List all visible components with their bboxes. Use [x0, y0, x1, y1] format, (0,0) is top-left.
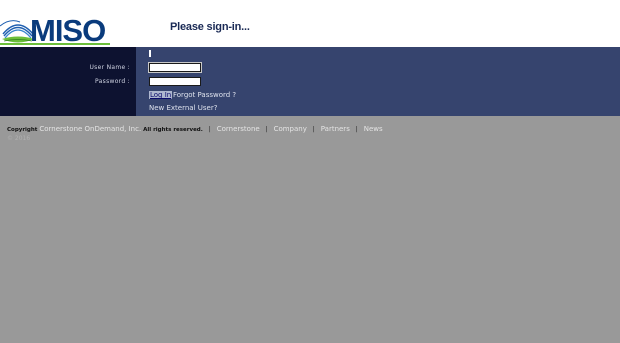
login-link[interactable]: Log In: [149, 91, 173, 99]
login-form-panel: Log In Forgot Password ? New External Us…: [136, 47, 620, 116]
footer-separator: |: [312, 126, 315, 133]
svg-text:MISO: MISO: [30, 13, 105, 46]
footer-separator: |: [265, 126, 268, 133]
footer-separator: |: [355, 126, 358, 133]
password-label: Password :: [95, 78, 130, 85]
footer-link-news[interactable]: News: [364, 125, 383, 133]
page-title: Please sign-in...: [170, 21, 250, 33]
username-label: User Name :: [89, 64, 130, 71]
footer-link-partners[interactable]: Partners: [321, 125, 350, 133]
footer-separator: |: [208, 126, 211, 133]
sunburst-icon: [0, 20, 34, 43]
password-input[interactable]: [149, 77, 201, 86]
footer-copyright-year: © 2016: [7, 135, 31, 142]
footer: Copyright Cornerstone OnDemand, Inc. All…: [7, 125, 613, 133]
rights-text: All rights reserved.: [143, 127, 203, 133]
copyright-label: Copyright: [7, 127, 38, 133]
footer-link-company[interactable]: Company: [274, 125, 307, 133]
forgot-password-link[interactable]: Forgot Password ?: [173, 91, 236, 99]
login-labels-panel: User Name : Password :: [0, 47, 136, 116]
username-input[interactable]: [148, 62, 202, 73]
header-bar: MISO Please sign-in...: [0, 0, 620, 47]
miso-logo: MISO: [0, 8, 112, 46]
company-link[interactable]: Cornerstone OnDemand, Inc.: [39, 125, 141, 133]
text-cursor-marker: [149, 50, 151, 57]
new-external-user-link[interactable]: New External User?: [149, 104, 217, 112]
footer-link-cornerstone[interactable]: Cornerstone: [217, 125, 260, 133]
